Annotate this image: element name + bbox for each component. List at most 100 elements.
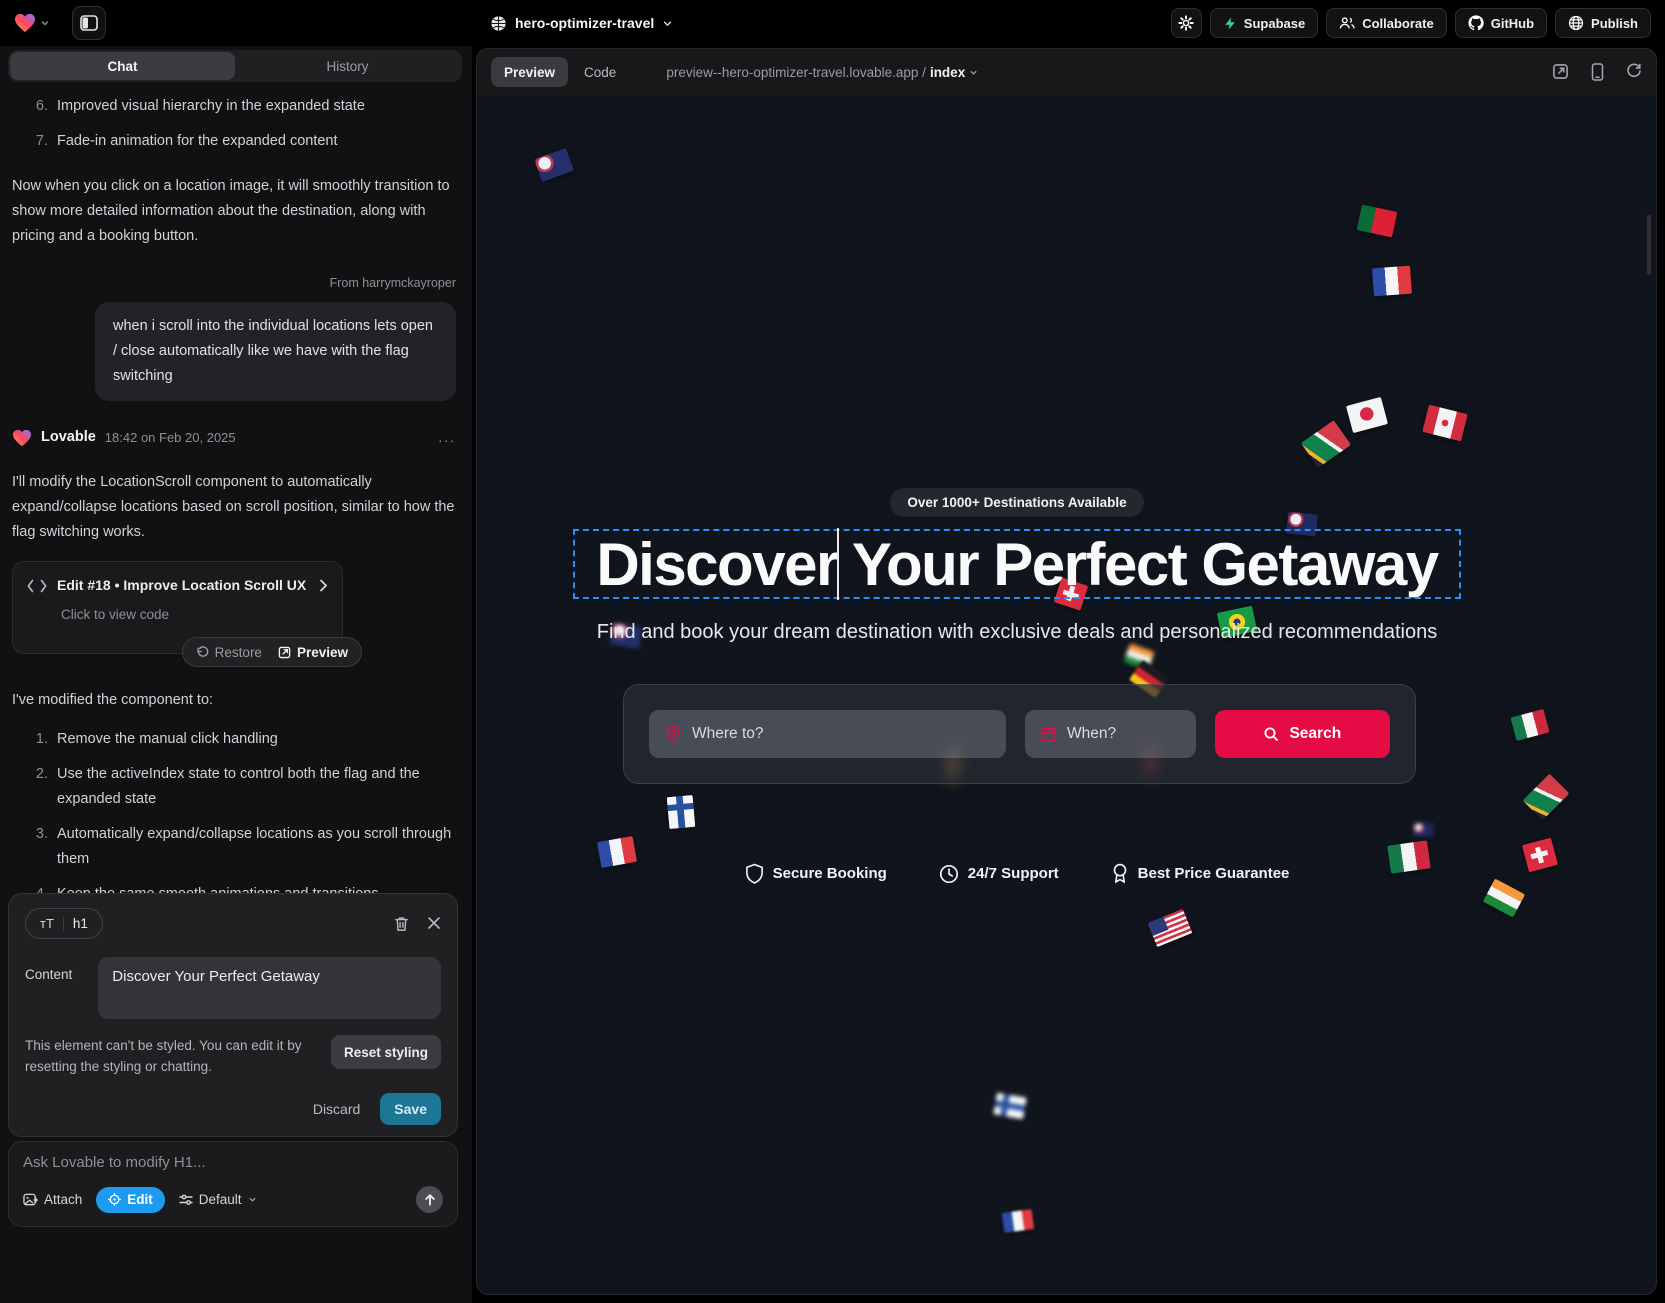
tab-preview[interactable]: Preview [491, 57, 568, 87]
supabase-button[interactable]: Supabase [1210, 8, 1318, 38]
selected-heading-box[interactable]: Discover Your Perfect Getaway [575, 531, 1459, 597]
edit-mode-button[interactable]: Edit [96, 1187, 165, 1213]
close-icon[interactable] [427, 916, 441, 932]
where-to-input[interactable]: Where to? [649, 710, 1006, 758]
styling-note: This element can't be styled. You can ed… [25, 1035, 319, 1077]
list-item: 6.Improved visual hierarchy in the expan… [32, 94, 456, 119]
chat-composer: Attach Edit Default [8, 1141, 458, 1227]
restore-preview-pill: Restore Preview [182, 637, 362, 667]
user-message-bubble: when i scroll into the individual locati… [95, 302, 456, 401]
destinations-badge: Over 1000+ Destinations Available [890, 488, 1143, 517]
award-icon [1111, 863, 1129, 884]
globe-icon [490, 15, 507, 32]
when-input[interactable]: When? [1025, 710, 1196, 758]
flag-us [1148, 909, 1193, 947]
attach-button[interactable]: Attach [23, 1192, 82, 1207]
github-icon [1468, 15, 1484, 31]
send-button[interactable] [416, 1186, 443, 1213]
tab-chat[interactable]: Chat [10, 52, 235, 80]
delete-element-button[interactable] [394, 916, 409, 932]
list-item: 2.Use the activeIndex state to control b… [32, 762, 456, 812]
search-button[interactable]: Search [1215, 710, 1390, 758]
composer-input[interactable] [23, 1154, 443, 1171]
toggle-sidebar-button[interactable] [72, 6, 106, 40]
calendar-icon [1040, 726, 1057, 743]
chevron-down-icon [248, 1195, 257, 1204]
selected-element-tag[interactable]: тT h1 [25, 908, 103, 939]
preview-scrollbar[interactable] [1647, 215, 1651, 275]
open-in-new-tab-icon[interactable] [1552, 63, 1569, 81]
save-button[interactable]: Save [380, 1093, 441, 1125]
chat-scroll-area[interactable]: 6.Improved visual hierarchy in the expan… [12, 94, 456, 894]
gear-icon [1178, 15, 1194, 31]
arrow-up-icon [424, 1193, 436, 1206]
discard-button[interactable]: Discard [313, 1101, 360, 1117]
assistant-paragraph: Now when you click on a location image, … [12, 174, 456, 249]
assistant-name: Lovable [41, 425, 96, 450]
flag-fi [993, 1093, 1026, 1120]
search-bar: Where to? When? Search [623, 684, 1416, 784]
feature-secure-booking: Secure Booking [745, 863, 887, 884]
edit-card-subtitle: Click to view code [61, 602, 328, 627]
list-item: 3.Automatically expand/collapse location… [32, 822, 456, 872]
restore-button[interactable]: Restore [196, 640, 262, 665]
hero-subtitle: Find and book your dream destination wit… [477, 621, 1557, 644]
hero-title[interactable]: Discover Your Perfect Getaway [596, 530, 1437, 599]
message-menu-button[interactable]: ... [438, 425, 456, 450]
chevron-right-icon [319, 579, 328, 592]
collaborate-label: Collaborate [1362, 16, 1434, 31]
app-header: hero-optimizer-travel Supabase Collabora… [0, 0, 1665, 46]
publish-globe-icon [1568, 15, 1584, 31]
text-caret [837, 528, 839, 600]
edit-code-card[interactable]: Edit #18 • Improve Location Scroll UX Cl… [12, 561, 343, 654]
refresh-icon[interactable] [1626, 63, 1642, 81]
flag-in [1483, 879, 1525, 918]
preview-panel: Preview Code preview--hero-optimizer-tra… [476, 48, 1657, 1295]
assistant-paragraph: I've modified the component to: [12, 688, 456, 713]
shield-icon [745, 863, 764, 884]
preview-url-page: index [930, 65, 965, 80]
collaborate-button[interactable]: Collaborate [1326, 8, 1447, 38]
content-input[interactable]: Discover Your Perfect Getaway [98, 957, 441, 1019]
sidebar-panel-icon [80, 15, 98, 31]
preview-button[interactable]: Preview [278, 640, 348, 665]
edit-card-title: Edit #18 • Improve Location Scroll UX [57, 573, 306, 598]
publish-label: Publish [1591, 16, 1638, 31]
target-icon [108, 1193, 121, 1206]
project-name: hero-optimizer-travel [515, 15, 654, 31]
feature-support: 24/7 Support [939, 863, 1059, 884]
settings-button[interactable] [1171, 8, 1202, 38]
flag-nz [1413, 823, 1433, 837]
flag-mx [1510, 709, 1549, 741]
reset-styling-button[interactable]: Reset styling [331, 1035, 441, 1069]
chevron-down-icon [40, 18, 50, 28]
tab-history[interactable]: History [235, 52, 460, 80]
hero-section: Over 1000+ Destinations Available Discov… [477, 95, 1557, 644]
chevron-down-icon [662, 18, 673, 29]
element-inspector-panel: тT h1 Content Discover Your Perfect Geta… [8, 893, 458, 1137]
preview-url[interactable]: preview--hero-optimizer-travel.lovable.a… [666, 65, 978, 80]
message-timestamp: 18:42 on Feb 20, 2025 [105, 425, 236, 450]
divider [63, 917, 64, 931]
mobile-view-icon[interactable] [1591, 63, 1604, 81]
lovable-heart-icon [14, 13, 36, 33]
clock-icon [939, 864, 959, 884]
tab-code[interactable]: Code [572, 65, 628, 80]
image-attach-icon [23, 1193, 38, 1207]
sidebar: Chat History 6.Improved visual hierarchy… [0, 46, 472, 1303]
location-pin-icon [664, 725, 682, 743]
project-switcher[interactable]: hero-optimizer-travel [490, 0, 673, 46]
text-type-icon: тT [40, 916, 54, 931]
preview-viewport[interactable]: Over 1000+ Destinations Available Discov… [477, 95, 1656, 1294]
lovable-heart-icon [12, 429, 32, 447]
features-row: Secure Booking 24/7 Support Best Price G… [477, 863, 1557, 884]
lovable-logo-menu[interactable] [14, 13, 50, 33]
github-button[interactable]: GitHub [1455, 8, 1547, 38]
list-item: 1.Remove the manual click handling [32, 727, 456, 752]
mode-select[interactable]: Default [179, 1192, 257, 1207]
publish-button[interactable]: Publish [1555, 8, 1651, 38]
assistant-paragraph: I'll modify the LocationScroll component… [12, 470, 456, 545]
github-label: GitHub [1491, 16, 1534, 31]
people-icon [1339, 16, 1355, 30]
feature-best-price: Best Price Guarantee [1111, 863, 1290, 884]
